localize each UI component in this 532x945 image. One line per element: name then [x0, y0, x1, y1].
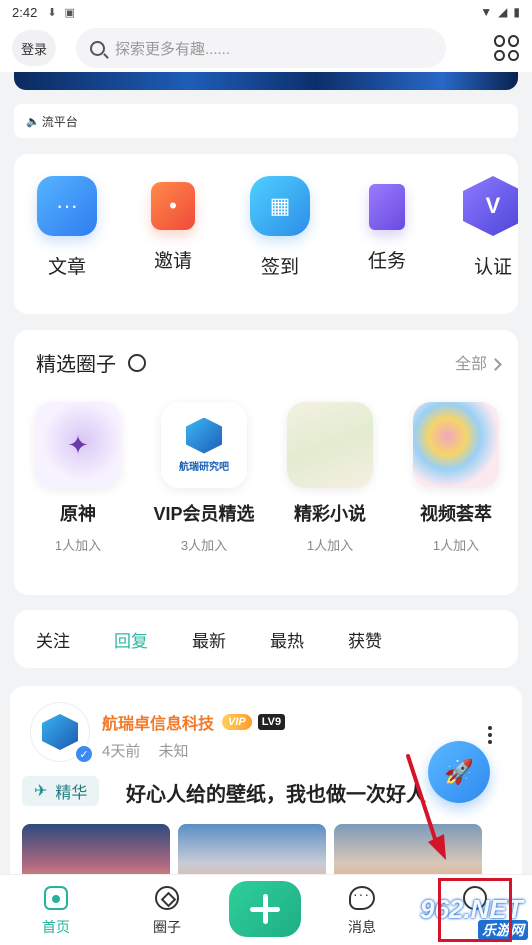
- feed-tabs: 关注 回复 最新 最热 获赞: [14, 610, 518, 668]
- checkin-icon: ▦: [250, 176, 310, 236]
- feature-checkin[interactable]: ▦ 签到: [235, 176, 325, 279]
- circle-name: VIP会员精选: [153, 504, 255, 524]
- circle-thumbnail: ✦: [35, 402, 121, 488]
- circle-thumbnail: [413, 402, 499, 488]
- circle-item-video[interactable]: 视频荟萃 1人加入: [396, 402, 516, 554]
- notice-bar[interactable]: 🔈 流平台: [14, 104, 518, 138]
- circle-thumbnail: [287, 402, 373, 488]
- feature-label: 签到: [260, 257, 299, 278]
- feature-verify[interactable]: V 认证: [448, 176, 518, 279]
- signal-icon: ◢: [498, 5, 508, 19]
- tab-follow[interactable]: 关注: [36, 627, 70, 652]
- top-bar: 登录 探索更多有趣......: [0, 24, 532, 72]
- nav-home[interactable]: 首页: [21, 885, 91, 937]
- post-time: 4天前: [102, 743, 141, 760]
- compass-icon: [155, 886, 179, 910]
- pin-icon: ✈: [34, 783, 48, 800]
- search-placeholder: 探索更多有趣......: [115, 40, 231, 58]
- feature-label: 认证: [473, 257, 512, 278]
- nav-label: 圈子: [153, 919, 181, 935]
- highlight-box-annotation: [438, 878, 512, 942]
- circle-count: 3人加入: [180, 538, 228, 553]
- circle-name: 精彩小说: [294, 504, 366, 524]
- search-input[interactable]: 探索更多有趣......: [76, 28, 446, 68]
- battery-icon: ▮: [513, 5, 520, 19]
- circle-item-novel[interactable]: 精彩小说 1人加入: [270, 402, 390, 554]
- feature-label: 文章: [47, 257, 86, 278]
- status-bar: 2:42 ⬇ ▣ ▼ ◢ ▮: [0, 0, 532, 24]
- nav-label: 消息: [348, 919, 376, 935]
- red-arrow-annotation: [406, 754, 446, 860]
- circle-count: 1人加入: [432, 538, 480, 553]
- featured-circles: 精选圈子 全部 ✦ 原神 1人加入 航瑞研究吧 VIP会员精选 3人加入 精彩小…: [14, 330, 518, 595]
- feature-label: 邀请: [153, 251, 192, 272]
- circle-count: 1人加入: [306, 538, 354, 553]
- tag-label: 精华: [55, 785, 88, 802]
- nav-circle[interactable]: 圈子: [132, 885, 202, 937]
- circles-header: 精选圈子: [36, 348, 146, 377]
- circles-title: 精选圈子: [36, 354, 116, 376]
- status-right: ▼ ◢ ▮: [480, 5, 520, 19]
- invite-icon: •: [151, 182, 195, 230]
- plus-icon: [250, 894, 280, 924]
- wifi-icon: ▼: [480, 5, 493, 19]
- circle-thumbnail: 航瑞研究吧: [161, 402, 247, 488]
- article-icon: ···: [37, 176, 97, 236]
- banner-image[interactable]: [14, 72, 518, 90]
- download-icon: ⬇: [47, 6, 57, 19]
- vip-badge: VIP: [222, 714, 252, 730]
- notification-icon: ▣: [64, 6, 75, 19]
- feature-article[interactable]: ··· 文章: [22, 176, 112, 279]
- chevron-right-icon: [489, 358, 502, 371]
- circle-item-vip[interactable]: 航瑞研究吧 VIP会员精选 3人加入: [144, 402, 264, 554]
- circle-item-genshin[interactable]: ✦ 原神 1人加入: [18, 402, 138, 554]
- notice-text: 流平台: [41, 114, 78, 129]
- feature-task[interactable]: 任务: [342, 176, 432, 273]
- brand-logo-icon: [42, 714, 78, 750]
- all-label: 全部: [454, 356, 487, 373]
- feature-label: 任务: [367, 251, 406, 272]
- circle-name: 视频荟萃: [420, 504, 492, 524]
- aperture-icon: [128, 353, 146, 372]
- speaker-icon: 🔈: [26, 115, 40, 128]
- nav-label: 首页: [42, 919, 70, 935]
- post-meta: 4天前 未知: [102, 740, 203, 761]
- post-location: 未知: [158, 743, 189, 760]
- task-icon: [369, 184, 405, 230]
- circle-name: 原神: [60, 504, 96, 524]
- tab-hottest[interactable]: 最热: [270, 627, 304, 652]
- feature-invite[interactable]: • 邀请: [128, 176, 218, 273]
- home-icon: [44, 886, 68, 910]
- status-time: 2:42: [12, 4, 38, 20]
- thumb-text: 航瑞研究吧: [179, 461, 229, 473]
- post-author[interactable]: 航瑞卓信息科技 VIP LV9: [102, 710, 286, 734]
- chat-bubble-icon: [349, 886, 375, 910]
- circle-count: 1人加入: [54, 538, 102, 553]
- level-badge: LV9: [257, 714, 286, 730]
- essence-tag: ✈ 精华: [22, 776, 100, 806]
- add-post-button[interactable]: [229, 881, 301, 937]
- circles-all-link[interactable]: 全部: [454, 350, 502, 374]
- verify-icon: V: [463, 176, 518, 236]
- verified-check-icon: ✓: [74, 744, 94, 764]
- tab-replies[interactable]: 回复: [114, 627, 148, 652]
- search-icon: [90, 40, 105, 56]
- more-options-icon[interactable]: [488, 726, 492, 744]
- rocket-icon: 🚀: [444, 758, 474, 786]
- author-name: 航瑞卓信息科技: [102, 716, 215, 733]
- post-title[interactable]: 好心人给的壁纸，我也做一次好人: [126, 778, 426, 807]
- tab-liked[interactable]: 获赞: [348, 627, 382, 652]
- apps-grid-icon[interactable]: [494, 35, 520, 61]
- feature-shortcuts: ··· 文章 • 邀请 ▦ 签到 任务 V 认证: [14, 154, 518, 314]
- login-button[interactable]: 登录: [12, 30, 56, 66]
- brand-logo-icon: [186, 417, 222, 454]
- tab-latest[interactable]: 最新: [192, 627, 226, 652]
- nav-messages[interactable]: 消息: [327, 885, 397, 937]
